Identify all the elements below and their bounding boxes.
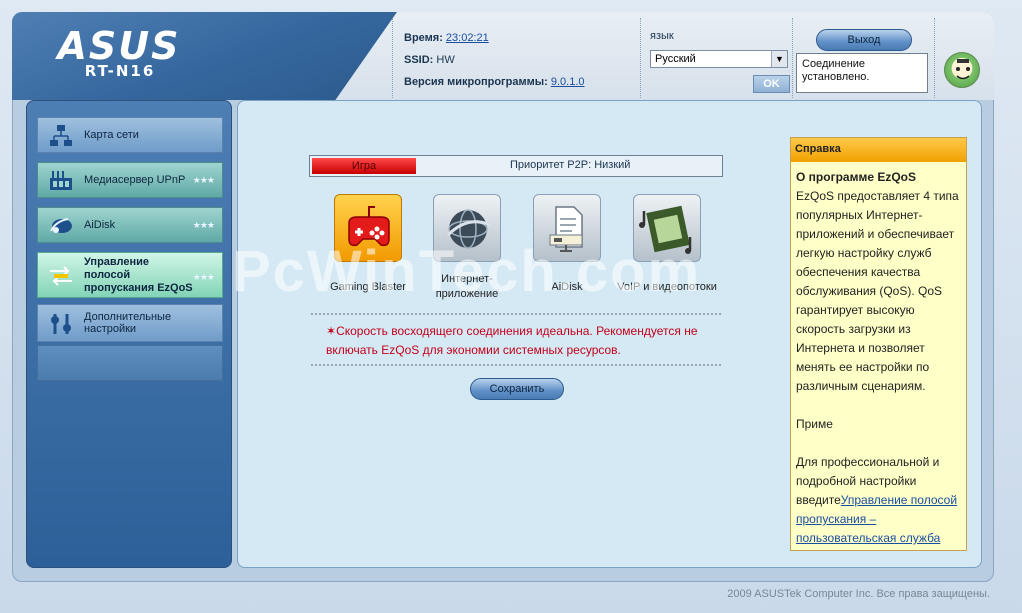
rating-stars-icon: ★★★ [192, 175, 215, 185]
help-title: Справка [791, 138, 966, 162]
save-button[interactable]: Сохранить [470, 378, 564, 400]
advanced-settings-icon [51, 314, 71, 334]
sidebar-item-label: Управление полосой пропускания EzQoS [84, 255, 193, 294]
ssid-row: SSID: HW [404, 50, 585, 72]
help-heading: О программе EzQoS [796, 170, 917, 184]
ezqos-icon [50, 266, 72, 286]
sidebar-empty-slot [37, 345, 223, 381]
help-paragraph: EzQoS предоставляет 4 типа популярных Ин… [796, 189, 959, 393]
sidebar: Карта сети Медиасервер UPnP ★★★ AiDisk ★… [26, 100, 232, 568]
connection-status-tooltip: Соединение установлено. [796, 53, 928, 93]
system-info: Время: 23:02:21 SSID: HW Версия микропро… [404, 28, 585, 94]
divider-dotted [311, 313, 721, 315]
firmware-label: Версия микропрограммы: [404, 76, 548, 88]
header-divider [640, 18, 641, 98]
chevron-down-icon[interactable]: ▼ [771, 51, 787, 67]
model-name: RT-N16 [84, 62, 156, 80]
ssid-value: HW [436, 54, 455, 66]
warning-star-icon: ✶ [326, 324, 337, 338]
status-avatar-icon[interactable] [944, 52, 980, 88]
ssid-label: SSID: [404, 54, 434, 66]
help-body: О программе EzQoS EzQoS предоставляет 4 … [791, 162, 966, 554]
rating-stars-icon: ★★★ [192, 272, 215, 282]
firmware-row: Версия микропрограммы: 9.0.1.0 [404, 72, 585, 94]
firmware-link[interactable]: 9.0.1.0 [551, 76, 585, 88]
network-map-icon [50, 125, 72, 146]
aidisk-icon [50, 218, 72, 233]
sidebar-item-label: AiDisk [84, 219, 116, 231]
media-server-icon [50, 171, 72, 190]
language-select[interactable]: Русский ▼ [650, 50, 788, 68]
divider-dotted [311, 364, 721, 366]
sidebar-item-label: Дополнительные настройки [84, 311, 172, 335]
sidebar-item-label: Карта сети [84, 129, 139, 141]
help-paragraph: Для профессиональной и подробной настрой… [796, 453, 961, 548]
sidebar-item-advanced-settings[interactable]: Дополнительные настройки [37, 304, 223, 342]
header-divider [792, 18, 793, 98]
language-selected: Русский [655, 53, 696, 65]
priority-bar: Игра Приоритет P2P: Низкий [309, 155, 723, 177]
sidebar-item-label: Медиасервер UPnP [84, 174, 186, 186]
header-divider [934, 18, 935, 98]
rating-stars-icon: ★★★ [192, 220, 215, 230]
time-row: Время: 23:02:21 [404, 28, 585, 50]
copyright-footer: 2009 ASUSTek Computer Inc. Все права защ… [727, 588, 990, 600]
language-ok-button[interactable]: OK [753, 75, 790, 93]
warning-text: Скорость восходящего соединения идеальна… [326, 324, 698, 357]
priority-p2p-label: Приоритет P2P: Низкий [510, 159, 631, 171]
exit-button[interactable]: Выход [816, 29, 912, 51]
header-divider [392, 18, 393, 98]
sidebar-item-media-server[interactable]: Медиасервер UPnP ★★★ [37, 162, 223, 198]
sidebar-item-ezqos[interactable]: Управление полосой пропускания EzQoS ★★★ [37, 252, 223, 298]
time-label: Время: [404, 32, 443, 44]
help-paragraph: Приме [796, 417, 833, 431]
priority-active-segment: Игра [312, 158, 416, 174]
upload-speed-warning: ✶Скорость восходящего соединения идеальн… [326, 322, 716, 360]
time-link[interactable]: 23:02:21 [446, 32, 489, 44]
help-panel: Справка О программе EzQoS EzQoS предоста… [790, 137, 967, 551]
watermark: PcWinTech.com [232, 239, 702, 304]
sidebar-item-aidisk[interactable]: AiDisk ★★★ [37, 207, 223, 243]
language-label: язык [650, 30, 674, 42]
sidebar-item-network-map[interactable]: Карта сети [37, 117, 223, 153]
